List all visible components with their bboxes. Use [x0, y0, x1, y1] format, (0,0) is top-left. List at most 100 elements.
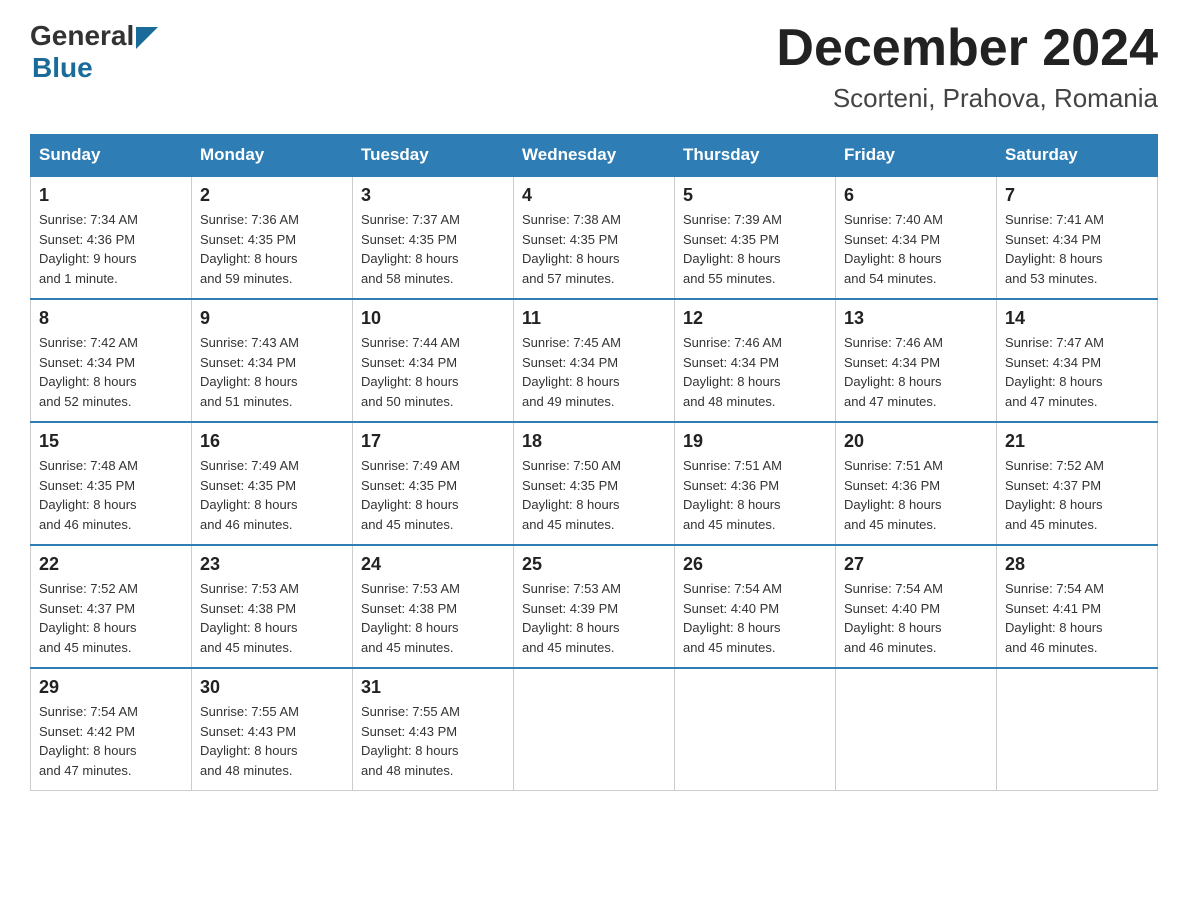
day-number: 26 — [683, 554, 827, 575]
calendar-header-thursday: Thursday — [675, 135, 836, 177]
day-info: Sunrise: 7:53 AM Sunset: 4:39 PM Dayligh… — [522, 579, 666, 657]
day-number: 7 — [1005, 185, 1149, 206]
day-number: 3 — [361, 185, 505, 206]
day-number: 30 — [200, 677, 344, 698]
day-info: Sunrise: 7:36 AM Sunset: 4:35 PM Dayligh… — [200, 210, 344, 288]
day-number: 6 — [844, 185, 988, 206]
calendar-cell: 27 Sunrise: 7:54 AM Sunset: 4:40 PM Dayli… — [836, 545, 997, 668]
calendar-cell: 15 Sunrise: 7:48 AM Sunset: 4:35 PM Dayli… — [31, 422, 192, 545]
day-info: Sunrise: 7:54 AM Sunset: 4:41 PM Dayligh… — [1005, 579, 1149, 657]
day-info: Sunrise: 7:51 AM Sunset: 4:36 PM Dayligh… — [844, 456, 988, 534]
day-number: 14 — [1005, 308, 1149, 329]
calendar-cell: 11 Sunrise: 7:45 AM Sunset: 4:34 PM Dayli… — [514, 299, 675, 422]
calendar-cell: 1 Sunrise: 7:34 AM Sunset: 4:36 PM Daylig… — [31, 176, 192, 299]
title-section: December 2024 Scorteni, Prahova, Romania — [776, 20, 1158, 114]
calendar-week-row: 29 Sunrise: 7:54 AM Sunset: 4:42 PM Dayli… — [31, 668, 1158, 791]
calendar-week-row: 1 Sunrise: 7:34 AM Sunset: 4:36 PM Daylig… — [31, 176, 1158, 299]
day-info: Sunrise: 7:46 AM Sunset: 4:34 PM Dayligh… — [844, 333, 988, 411]
day-number: 21 — [1005, 431, 1149, 452]
calendar-cell: 19 Sunrise: 7:51 AM Sunset: 4:36 PM Dayli… — [675, 422, 836, 545]
calendar-cell: 26 Sunrise: 7:54 AM Sunset: 4:40 PM Dayli… — [675, 545, 836, 668]
day-number: 27 — [844, 554, 988, 575]
day-info: Sunrise: 7:54 AM Sunset: 4:42 PM Dayligh… — [39, 702, 183, 780]
calendar-cell — [997, 668, 1158, 791]
calendar-cell: 17Sunrise: 7:49 AM Sunset: 4:35 PM Dayli… — [353, 422, 514, 545]
calendar-cell: 10 Sunrise: 7:44 AM Sunset: 4:34 PM Dayli… — [353, 299, 514, 422]
calendar-cell: 13 Sunrise: 7:46 AM Sunset: 4:34 PM Dayli… — [836, 299, 997, 422]
calendar-week-row: 15 Sunrise: 7:48 AM Sunset: 4:35 PM Dayli… — [31, 422, 1158, 545]
calendar-table: SundayMondayTuesdayWednesdayThursdayFrid… — [30, 134, 1158, 791]
day-number: 1 — [39, 185, 183, 206]
day-number: 15 — [39, 431, 183, 452]
logo-arrow-icon — [136, 27, 158, 49]
day-number: 10 — [361, 308, 505, 329]
day-info: Sunrise: 7:45 AM Sunset: 4:34 PM Dayligh… — [522, 333, 666, 411]
logo-blue-text: Blue — [32, 52, 93, 84]
calendar-cell: 24 Sunrise: 7:53 AM Sunset: 4:38 PM Dayli… — [353, 545, 514, 668]
day-info: Sunrise: 7:53 AM Sunset: 4:38 PM Dayligh… — [200, 579, 344, 657]
day-info: Sunrise: 7:52 AM Sunset: 4:37 PM Dayligh… — [39, 579, 183, 657]
day-number: 16 — [200, 431, 344, 452]
day-number: 17 — [361, 431, 505, 452]
calendar-header-row: SundayMondayTuesdayWednesdayThursdayFrid… — [31, 135, 1158, 177]
calendar-cell: 21 Sunrise: 7:52 AM Sunset: 4:37 PM Dayli… — [997, 422, 1158, 545]
day-info: Sunrise: 7:54 AM Sunset: 4:40 PM Dayligh… — [683, 579, 827, 657]
calendar-cell: 22Sunrise: 7:52 AM Sunset: 4:37 PM Dayli… — [31, 545, 192, 668]
day-number: 5 — [683, 185, 827, 206]
day-info: Sunrise: 7:55 AM Sunset: 4:43 PM Dayligh… — [361, 702, 505, 780]
calendar-cell: 8 Sunrise: 7:42 AM Sunset: 4:34 PM Daylig… — [31, 299, 192, 422]
day-info: Sunrise: 7:55 AM Sunset: 4:43 PM Dayligh… — [200, 702, 344, 780]
calendar-cell — [514, 668, 675, 791]
day-info: Sunrise: 7:34 AM Sunset: 4:36 PM Dayligh… — [39, 210, 183, 288]
calendar-week-row: 22Sunrise: 7:52 AM Sunset: 4:37 PM Dayli… — [31, 545, 1158, 668]
day-info: Sunrise: 7:43 AM Sunset: 4:34 PM Dayligh… — [200, 333, 344, 411]
calendar-header-wednesday: Wednesday — [514, 135, 675, 177]
calendar-cell: 14 Sunrise: 7:47 AM Sunset: 4:34 PM Dayli… — [997, 299, 1158, 422]
calendar-cell: 23 Sunrise: 7:53 AM Sunset: 4:38 PM Dayli… — [192, 545, 353, 668]
day-number: 11 — [522, 308, 666, 329]
day-number: 29 — [39, 677, 183, 698]
day-number: 24 — [361, 554, 505, 575]
day-info: Sunrise: 7:44 AM Sunset: 4:34 PM Dayligh… — [361, 333, 505, 411]
day-number: 23 — [200, 554, 344, 575]
day-info: Sunrise: 7:54 AM Sunset: 4:40 PM Dayligh… — [844, 579, 988, 657]
day-info: Sunrise: 7:52 AM Sunset: 4:37 PM Dayligh… — [1005, 456, 1149, 534]
day-info: Sunrise: 7:49 AM Sunset: 4:35 PM Dayligh… — [200, 456, 344, 534]
page-header: General Blue December 2024 Scorteni, Pra… — [30, 20, 1158, 114]
calendar-cell: 9 Sunrise: 7:43 AM Sunset: 4:34 PM Daylig… — [192, 299, 353, 422]
calendar-cell: 30 Sunrise: 7:55 AM Sunset: 4:43 PM Dayli… — [192, 668, 353, 791]
calendar-cell — [836, 668, 997, 791]
day-info: Sunrise: 7:53 AM Sunset: 4:38 PM Dayligh… — [361, 579, 505, 657]
day-info: Sunrise: 7:46 AM Sunset: 4:34 PM Dayligh… — [683, 333, 827, 411]
day-info: Sunrise: 7:50 AM Sunset: 4:35 PM Dayligh… — [522, 456, 666, 534]
calendar-cell: 28Sunrise: 7:54 AM Sunset: 4:41 PM Dayli… — [997, 545, 1158, 668]
calendar-cell: 20 Sunrise: 7:51 AM Sunset: 4:36 PM Dayli… — [836, 422, 997, 545]
calendar-cell: 29 Sunrise: 7:54 AM Sunset: 4:42 PM Dayli… — [31, 668, 192, 791]
calendar-cell: 5 Sunrise: 7:39 AM Sunset: 4:35 PM Daylig… — [675, 176, 836, 299]
day-number: 20 — [844, 431, 988, 452]
calendar-cell: 4 Sunrise: 7:38 AM Sunset: 4:35 PM Daylig… — [514, 176, 675, 299]
day-info: Sunrise: 7:48 AM Sunset: 4:35 PM Dayligh… — [39, 456, 183, 534]
day-number: 8 — [39, 308, 183, 329]
day-number: 19 — [683, 431, 827, 452]
day-info: Sunrise: 7:42 AM Sunset: 4:34 PM Dayligh… — [39, 333, 183, 411]
calendar-header-sunday: Sunday — [31, 135, 192, 177]
calendar-header-tuesday: Tuesday — [353, 135, 514, 177]
day-info: Sunrise: 7:47 AM Sunset: 4:34 PM Dayligh… — [1005, 333, 1149, 411]
day-info: Sunrise: 7:39 AM Sunset: 4:35 PM Dayligh… — [683, 210, 827, 288]
calendar-week-row: 8 Sunrise: 7:42 AM Sunset: 4:34 PM Daylig… — [31, 299, 1158, 422]
calendar-cell: 3Sunrise: 7:37 AM Sunset: 4:35 PM Daylig… — [353, 176, 514, 299]
day-number: 4 — [522, 185, 666, 206]
day-info: Sunrise: 7:51 AM Sunset: 4:36 PM Dayligh… — [683, 456, 827, 534]
calendar-cell — [675, 668, 836, 791]
calendar-header-friday: Friday — [836, 135, 997, 177]
day-number: 9 — [200, 308, 344, 329]
day-info: Sunrise: 7:38 AM Sunset: 4:35 PM Dayligh… — [522, 210, 666, 288]
calendar-cell: 18 Sunrise: 7:50 AM Sunset: 4:35 PM Dayli… — [514, 422, 675, 545]
calendar-cell: 16 Sunrise: 7:49 AM Sunset: 4:35 PM Dayli… — [192, 422, 353, 545]
day-number: 13 — [844, 308, 988, 329]
day-number: 18 — [522, 431, 666, 452]
day-number: 25 — [522, 554, 666, 575]
day-info: Sunrise: 7:41 AM Sunset: 4:34 PM Dayligh… — [1005, 210, 1149, 288]
day-info: Sunrise: 7:40 AM Sunset: 4:34 PM Dayligh… — [844, 210, 988, 288]
